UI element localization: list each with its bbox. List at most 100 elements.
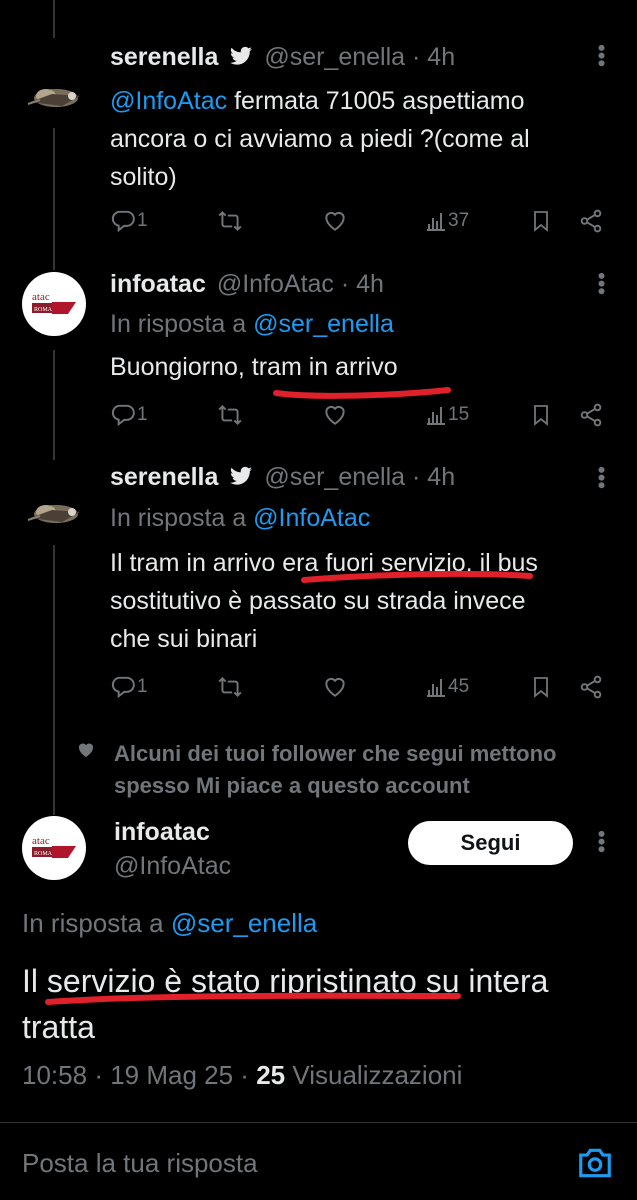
more-icon[interactable]: •••	[589, 466, 614, 489]
logo-brand: atac	[32, 835, 50, 847]
like-button[interactable]	[322, 402, 348, 428]
views-count: 37	[448, 210, 470, 231]
text-line: che sui binari	[110, 625, 258, 653]
handle[interactable]: @ser_enella	[264, 43, 405, 71]
reply-context: In risposta a @InfoAtac	[110, 502, 370, 534]
bookmark-icon	[529, 402, 553, 428]
views-button[interactable]: 37	[424, 208, 469, 234]
like-icon	[322, 674, 348, 700]
thread-line-1	[53, 120, 55, 270]
like-button[interactable]	[322, 208, 348, 234]
reply-context: In risposta a @ser_enella	[110, 308, 394, 340]
timestamp[interactable]: · 4h	[412, 463, 455, 491]
text-before: Il tram in arrivo	[110, 549, 283, 577]
retweet-icon	[216, 402, 244, 428]
reply-button[interactable]: 1	[110, 674, 148, 700]
share-icon	[578, 402, 604, 428]
text-line: ancora o ci avviamo a piedi ?(come al	[110, 125, 530, 153]
display-name[interactable]: infoatac	[110, 270, 206, 298]
like-button[interactable]	[322, 674, 348, 700]
timestamp[interactable]: · 4h	[341, 270, 384, 298]
retweet-button[interactable]	[216, 402, 244, 428]
retweet-icon	[216, 208, 244, 234]
action-bar: 1 45	[0, 670, 637, 706]
logo-brand: atac	[32, 291, 50, 303]
more-icon[interactable]: •••	[589, 272, 614, 295]
avatar-serenella[interactable]	[22, 66, 84, 128]
more-icon[interactable]: •••	[589, 44, 614, 67]
bookmark-button[interactable]	[529, 208, 553, 234]
reply-count: 1	[137, 210, 148, 231]
share-button[interactable]	[578, 674, 604, 700]
bookmark-button[interactable]	[529, 674, 553, 700]
bookmark-button[interactable]	[529, 402, 553, 428]
views-count: 15	[448, 404, 470, 425]
retweet-button[interactable]	[216, 208, 244, 234]
views-count: 25	[256, 1060, 286, 1090]
avatar-serenella[interactable]	[22, 482, 84, 544]
share-button[interactable]	[578, 208, 604, 234]
like-icon	[322, 208, 348, 234]
action-bar: 1 37	[0, 204, 637, 240]
retweet-button[interactable]	[216, 674, 244, 700]
camera-icon[interactable]	[576, 1144, 614, 1182]
reply-to-link[interactable]: @ser_enella	[171, 908, 317, 938]
reply-prefix: In risposta a	[110, 310, 247, 338]
atac-logo-icon: atac ROMA	[32, 291, 76, 314]
views-button[interactable]: 45	[424, 674, 469, 700]
bird-photo-icon	[27, 505, 80, 523]
timestamp[interactable]: · 4h	[412, 43, 455, 71]
reply-count: 1	[137, 676, 148, 697]
text-highlight: tram in arrivo	[251, 353, 398, 381]
twitter-bird-icon	[229, 44, 253, 68]
display-name[interactable]: infoatac	[114, 815, 231, 849]
reply-to-link[interactable]: @ser_enella	[253, 310, 394, 338]
mention[interactable]: @InfoAtac	[110, 87, 227, 115]
reply-prefix: In risposta a	[22, 908, 164, 938]
tweet-text: Buongiorno, tram in arrivo	[110, 350, 398, 384]
share-icon	[578, 208, 604, 234]
reply-input[interactable]: Posta la tua risposta	[22, 1146, 542, 1180]
views-icon	[424, 208, 448, 234]
text-line: fermata 71005 aspettiamo	[234, 87, 525, 115]
like-icon	[322, 402, 348, 428]
avatar-infoatac[interactable]: atac ROMA	[22, 816, 86, 880]
bird-photo-icon	[27, 89, 80, 107]
reply-button[interactable]: 1	[110, 402, 148, 428]
views-button[interactable]: 15	[424, 402, 469, 428]
handle[interactable]: @InfoAtac	[114, 849, 231, 883]
compose-divider	[0, 1122, 637, 1123]
reply-to-link[interactable]: @InfoAtac	[253, 504, 370, 532]
logo-city: ROMA	[34, 307, 53, 313]
reply-prefix: In risposta a	[110, 504, 247, 532]
tweet-date[interactable]: · 19 Mag 25 ·	[94, 1060, 249, 1090]
bookmark-icon	[529, 208, 553, 234]
share-button[interactable]	[578, 402, 604, 428]
logo-city: ROMA	[34, 851, 53, 857]
reply-button[interactable]: 1	[110, 208, 148, 234]
views-icon	[424, 674, 448, 700]
avatar-infoatac[interactable]: atac ROMA	[22, 272, 86, 336]
follow-button[interactable]: Segui	[408, 821, 573, 865]
display-name[interactable]: serenella	[110, 43, 218, 71]
display-name[interactable]: serenella	[110, 463, 218, 491]
social-context-line: Alcuni dei tuoi follower che segui metto…	[114, 741, 557, 766]
atac-logo-icon: atac ROMA	[32, 835, 76, 858]
twitter-bird-icon	[229, 464, 253, 488]
tweet-meta: 10:58 · 19 Mag 25 · 25 Visualizzazioni	[22, 1058, 462, 1092]
tweet-time[interactable]: 10:58	[22, 1060, 87, 1090]
tweet-text: @InfoAtac fermata 71005 aspettiamo ancor…	[110, 82, 630, 196]
reply-icon	[110, 674, 136, 700]
handle[interactable]: @ser_enella	[264, 463, 405, 491]
share-icon	[578, 674, 604, 700]
heart-icon	[78, 743, 94, 757]
red-underline-annotation	[45, 992, 461, 1005]
views-count: 45	[448, 676, 470, 697]
social-context-line: spesso Mi piace a questo account	[114, 773, 470, 798]
more-icon[interactable]: •••	[589, 830, 614, 853]
reply-icon	[110, 208, 136, 234]
text-line: solito)	[110, 163, 177, 191]
handle[interactable]: @InfoAtac	[217, 270, 334, 298]
bookmark-icon	[529, 674, 553, 700]
thread-line-top	[53, 0, 55, 38]
